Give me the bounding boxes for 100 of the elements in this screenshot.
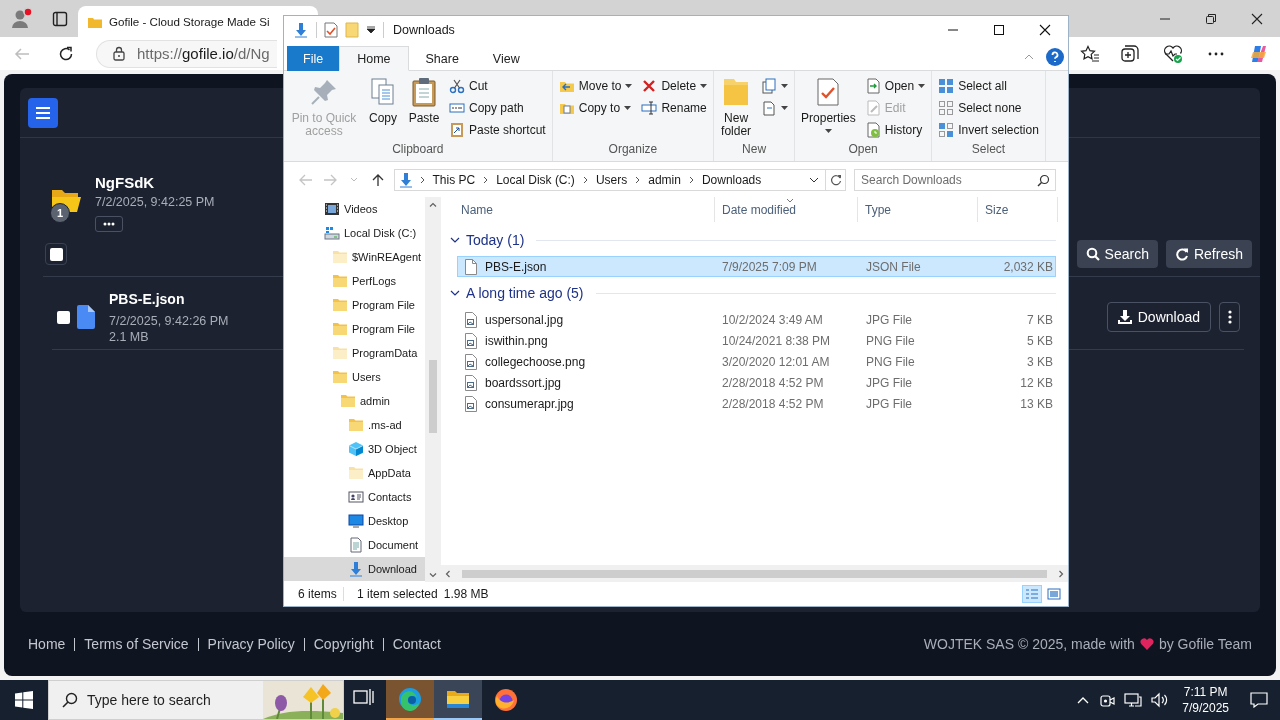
restore-icon[interactable] <box>1205 12 1217 25</box>
refresh-button[interactable]: Refresh <box>1165 240 1252 268</box>
properties-icon[interactable] <box>324 22 338 38</box>
ribbon-button[interactable]: Select all <box>935 75 1042 97</box>
tree-item[interactable]: Download <box>284 557 425 581</box>
tree-item[interactable]: Videos <box>284 197 425 221</box>
file-row[interactable]: consumerapr.jpg 2/28/2018 4:52 PM JPG File 13 KB <box>457 393 1056 414</box>
file-menu-tab[interactable]: File <box>287 46 340 71</box>
ribbon-button[interactable]: Properties <box>798 75 859 134</box>
ribbon-button[interactable]: Move to <box>555 75 636 97</box>
column-header[interactable]: Name <box>441 197 715 222</box>
refresh-icon[interactable] <box>829 173 842 186</box>
ribbon-button[interactable]: New folder <box>717 75 756 139</box>
vertical-scrollbar[interactable] <box>425 197 441 582</box>
ribbon-button[interactable]: History <box>861 119 929 141</box>
tree-item[interactable]: PerfLogs <box>284 269 425 293</box>
footer-link[interactable]: Copyright <box>303 637 383 651</box>
ribbon-button[interactable]: Open <box>861 75 929 97</box>
heart-pulse-icon[interactable] <box>1162 43 1183 64</box>
clock[interactable]: 7:11 PM 7/9/2025 <box>1182 684 1229 716</box>
breadcrumb[interactable]: This PC <box>430 172 478 187</box>
footer-link[interactable]: Terms of Service <box>74 637 198 651</box>
close-icon[interactable] <box>1251 12 1263 25</box>
tree-item[interactable]: Contacts <box>284 485 425 509</box>
tree-item[interactable]: Program File <box>284 317 425 341</box>
file-row[interactable]: iswithin.png 10/24/2021 8:38 PM PNG File 5 KB <box>457 330 1056 351</box>
breadcrumb[interactable]: Local Disk (C:) <box>494 172 577 187</box>
dropdown-chevron-icon[interactable] <box>809 176 820 183</box>
reload-icon[interactable] <box>58 45 74 62</box>
close-icon[interactable] <box>1039 24 1051 36</box>
tree-item[interactable]: Document <box>284 533 425 557</box>
tree-item[interactable]: 3D Object <box>284 437 425 461</box>
tree-item[interactable]: admin <box>284 389 425 413</box>
footer-link[interactable]: Contact <box>382 637 450 651</box>
file-row[interactable]: boardssort.jpg 2/28/2018 4:52 PM JPG File 12 KB <box>457 372 1056 393</box>
column-header[interactable]: Date modified <box>715 197 858 222</box>
ribbon-button[interactable]: Copy to <box>555 97 636 119</box>
chevron-down-icon[interactable] <box>450 237 460 243</box>
firefox-icon[interactable] <box>494 688 518 712</box>
ribbon-button[interactable]: Select none <box>935 97 1042 119</box>
file-row[interactable]: collegechoose.png 3/20/2020 12:01 AM PNG File 3 KB <box>457 351 1056 372</box>
tree-item[interactable]: Desktop <box>284 509 425 533</box>
ribbon-button[interactable]: Copy <box>364 75 402 126</box>
help-icon[interactable] <box>1046 48 1064 66</box>
tab-actions-icon[interactable] <box>52 10 68 27</box>
ribbon-button[interactable]: Paste shortcut <box>446 119 549 141</box>
scrollbar-thumb[interactable] <box>429 360 437 433</box>
up-arrow-icon[interactable] <box>371 172 384 187</box>
scrollbar-thumb[interactable] <box>462 569 1047 578</box>
address-field[interactable]: https://gofile.io/d/Ng <box>96 39 277 68</box>
footer-link[interactable]: Privacy Policy <box>197 637 304 651</box>
column-header[interactable]: Size <box>978 197 1058 222</box>
collections-icon[interactable] <box>1119 43 1140 64</box>
breadcrumb[interactable]: admin <box>646 172 683 187</box>
edge-browser-icon[interactable] <box>398 687 422 711</box>
ribbon-button[interactable]: Rename <box>638 97 711 119</box>
breadcrumb[interactable]: Downloads <box>699 172 764 187</box>
ribbon-button[interactable]: Cut <box>446 75 549 97</box>
tree-item[interactable]: Local Disk (C:) <box>284 221 425 245</box>
caret-icon[interactable] <box>366 26 376 34</box>
footer-link[interactable]: Home <box>28 637 75 651</box>
breadcrumb[interactable]: Users <box>593 172 630 187</box>
more-button[interactable] <box>95 216 123 232</box>
large-icons-view-icon[interactable] <box>1047 588 1061 600</box>
tree-item[interactable]: Users <box>284 365 425 389</box>
ribbon-tab[interactable]: Home <box>339 46 409 71</box>
group-header[interactable]: Today (1) <box>466 232 525 248</box>
download-arrow-icon[interactable] <box>293 22 309 38</box>
search-field[interactable]: Search Downloads <box>854 168 1057 191</box>
tree-item[interactable]: ProgramData <box>284 341 425 365</box>
profile-icon[interactable] <box>10 6 34 31</box>
menu-button[interactable] <box>28 98 58 128</box>
ribbon-button[interactable]: Delete <box>638 75 711 97</box>
windows-logo-icon[interactable] <box>15 691 33 709</box>
tree-item[interactable]: Program File <box>284 293 425 317</box>
ribbon-button[interactable]: Invert selection <box>935 119 1042 141</box>
address-field[interactable]: This PC Local Disk (C:) Users admin Downloads <box>393 168 827 191</box>
kebab-menu-button[interactable] <box>1219 302 1240 332</box>
ribbon-button[interactable]: Paste <box>405 75 443 126</box>
copilot-icon[interactable] <box>1248 43 1269 64</box>
ribbon-tab[interactable]: Share <box>408 46 476 71</box>
tree-item[interactable]: $WinREAgent <box>284 245 425 269</box>
network-icon[interactable] <box>1124 692 1143 708</box>
notification-icon[interactable] <box>1250 692 1268 708</box>
checkbox[interactable] <box>57 310 70 324</box>
volume-icon[interactable] <box>1151 692 1170 708</box>
horizontal-scrollbar[interactable] <box>441 565 1068 582</box>
checkbox[interactable] <box>49 247 63 261</box>
group-header[interactable]: A long time ago (5) <box>466 285 584 301</box>
meet-now-icon[interactable] <box>1099 692 1116 708</box>
tree-item[interactable]: .ms-ad <box>284 413 425 437</box>
file-row[interactable]: PBS-E.json 7/9/2025 7:09 PM JSON File 2,032 KB <box>457 256 1056 277</box>
ribbon-button[interactable]: Copy path <box>446 97 549 119</box>
collapse-chevron-icon[interactable] <box>1024 54 1034 60</box>
search-button[interactable]: Search <box>1076 240 1158 268</box>
tree-item[interactable]: AppData <box>284 461 425 485</box>
browser-tab[interactable]: Gofile - Cloud Storage Made Si <box>78 6 318 37</box>
column-header[interactable]: Type <box>858 197 978 222</box>
chevron-down-icon[interactable] <box>450 290 460 296</box>
favorites-star-icon[interactable] <box>1080 44 1100 63</box>
